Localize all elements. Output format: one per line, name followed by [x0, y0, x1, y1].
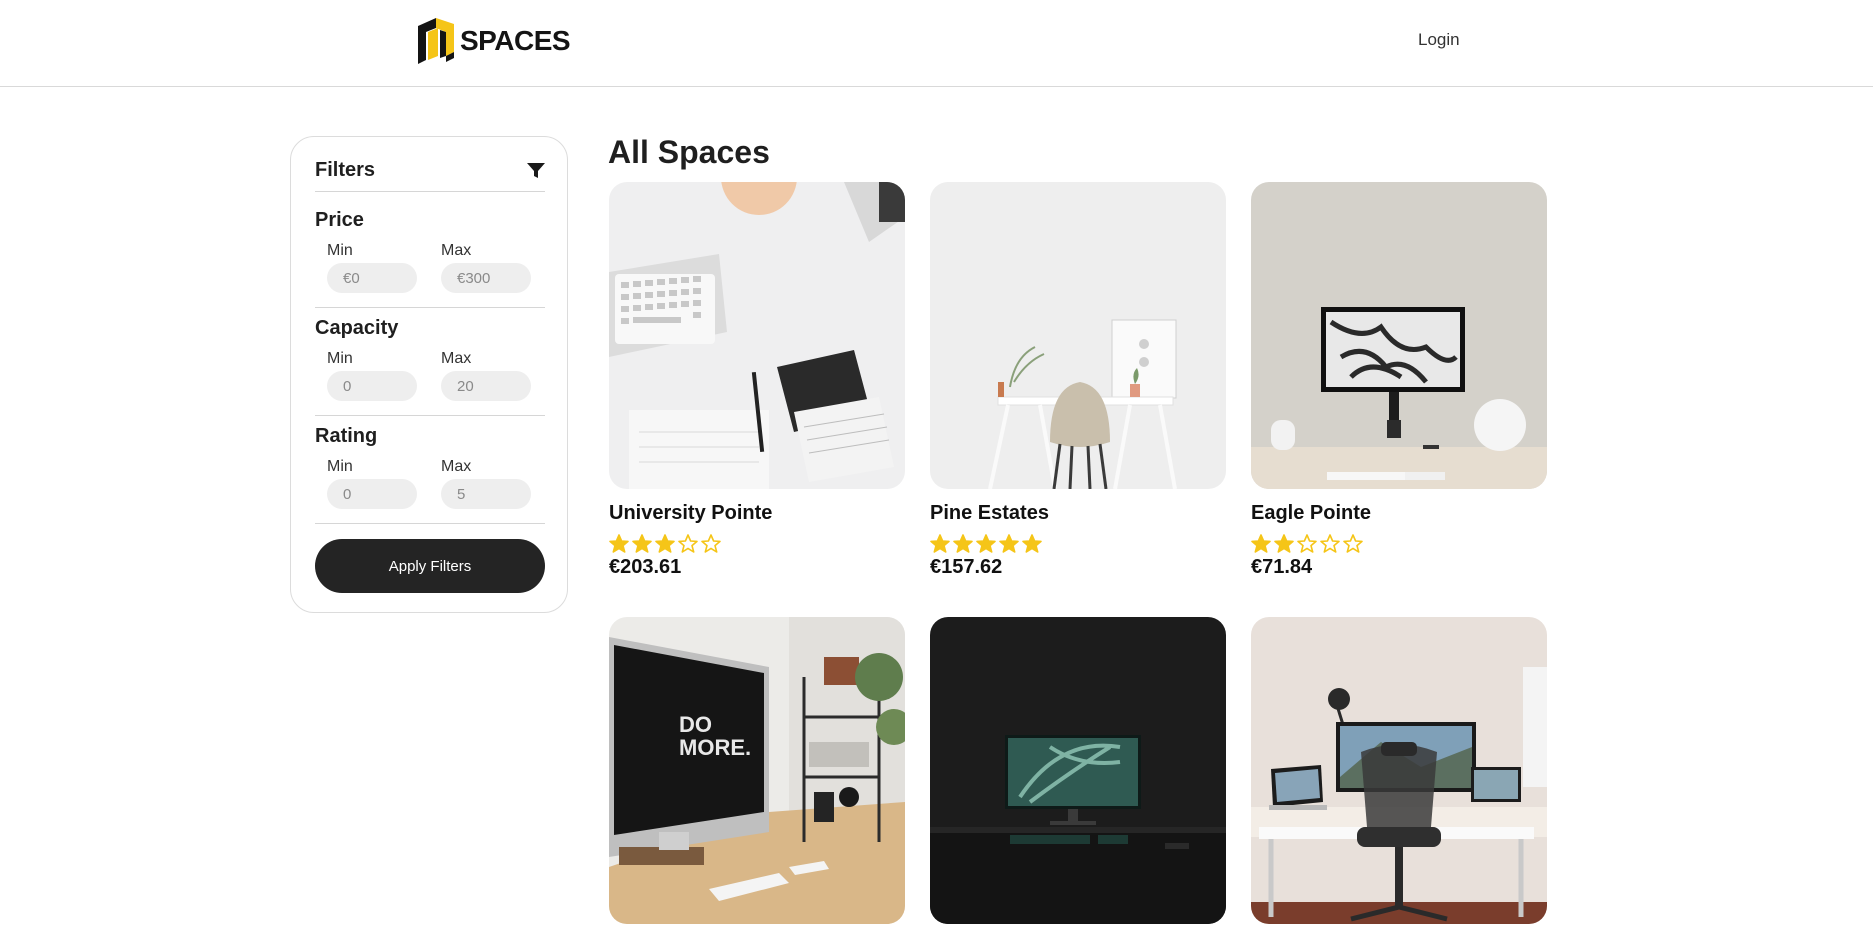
- star-empty-icon: [678, 534, 698, 553]
- star-filled-icon: [1251, 534, 1271, 553]
- price-filter-title: Price: [315, 209, 364, 231]
- price-max-label: Max: [441, 242, 472, 259]
- capacity-min-input[interactable]: [327, 371, 417, 401]
- space-photo-imac-desk[interactable]: DO MORE.: [609, 617, 905, 924]
- rating-max-label: Max: [441, 458, 472, 475]
- login-link[interactable]: Login: [1418, 30, 1460, 50]
- star-rating: [1251, 534, 1363, 553]
- space-photo-white-desk-chair[interactable]: [930, 182, 1226, 489]
- space-card[interactable]: DO MORE.: [609, 617, 905, 924]
- star-empty-icon: [701, 534, 721, 553]
- star-rating: [609, 534, 721, 553]
- space-photo-triple-screen-setup[interactable]: [1251, 617, 1547, 924]
- space-price: €157.62: [930, 556, 1003, 578]
- apply-filters-button[interactable]: Apply Filters: [315, 539, 545, 593]
- price-max-input[interactable]: [441, 263, 531, 293]
- price-min-input[interactable]: [327, 263, 417, 293]
- star-empty-icon: [1343, 534, 1363, 553]
- imac-screen-text-do: DO: [679, 712, 712, 737]
- top-navbar: SPACES Login: [0, 0, 1873, 87]
- space-card[interactable]: [1251, 617, 1547, 924]
- rating-filter-group: Rating Min Max: [315, 425, 545, 524]
- star-filled-icon: [632, 534, 652, 553]
- capacity-min-label: Min: [327, 350, 353, 367]
- capacity-max-input[interactable]: [441, 371, 531, 401]
- price-filter-group: Price Min Max: [315, 209, 545, 308]
- price-min-label: Min: [327, 242, 353, 259]
- page-title: All Spaces: [608, 134, 770, 170]
- rating-min-input[interactable]: [327, 479, 417, 509]
- star-filled-icon: [1274, 534, 1294, 553]
- space-price: €71.84: [1251, 556, 1313, 578]
- star-filled-icon: [976, 534, 996, 553]
- space-name[interactable]: Eagle Pointe: [1251, 502, 1371, 525]
- space-name[interactable]: University Pointe: [609, 502, 772, 525]
- logo-mark-icon: [418, 18, 454, 64]
- space-card[interactable]: [930, 617, 1226, 924]
- star-filled-icon: [953, 534, 973, 553]
- filters-header: Filters: [315, 159, 545, 192]
- space-photo-dark-monitor[interactable]: [930, 617, 1226, 924]
- space-price: €203.61: [609, 556, 682, 578]
- capacity-filter-group: Capacity Min Max: [315, 317, 545, 416]
- star-rating: [930, 534, 1042, 553]
- rating-max-input[interactable]: [441, 479, 531, 509]
- star-empty-icon: [1320, 534, 1340, 553]
- filter-funnel-icon[interactable]: [527, 163, 545, 179]
- star-filled-icon: [609, 534, 629, 553]
- space-card[interactable]: University Pointe €203.61: [609, 182, 905, 578]
- space-photo-monitor-grey-wall[interactable]: [1251, 182, 1547, 489]
- filters-title: Filters: [315, 159, 376, 181]
- rating-min-label: Min: [327, 458, 353, 475]
- rating-filter-title: Rating: [315, 425, 378, 447]
- star-filled-icon: [655, 534, 675, 553]
- star-filled-icon: [930, 534, 950, 553]
- capacity-filter-title: Capacity: [315, 317, 399, 339]
- star-filled-icon: [1022, 534, 1042, 553]
- space-card[interactable]: Eagle Pointe €71.84: [1251, 182, 1547, 578]
- imac-screen-text-more: MORE.: [679, 735, 751, 760]
- space-photo-desk-keyboard[interactable]: [609, 182, 905, 489]
- logo-text: SPACES: [460, 25, 571, 56]
- spaces-logo[interactable]: SPACES: [416, 16, 571, 66]
- space-card[interactable]: Pine Estates €157.62: [930, 182, 1226, 578]
- star-filled-icon: [999, 534, 1019, 553]
- capacity-max-label: Max: [441, 350, 472, 367]
- space-name[interactable]: Pine Estates: [930, 502, 1049, 525]
- star-empty-icon: [1297, 534, 1317, 553]
- filters-panel: Filters Price Min Max Capacity Min Max R…: [290, 136, 568, 613]
